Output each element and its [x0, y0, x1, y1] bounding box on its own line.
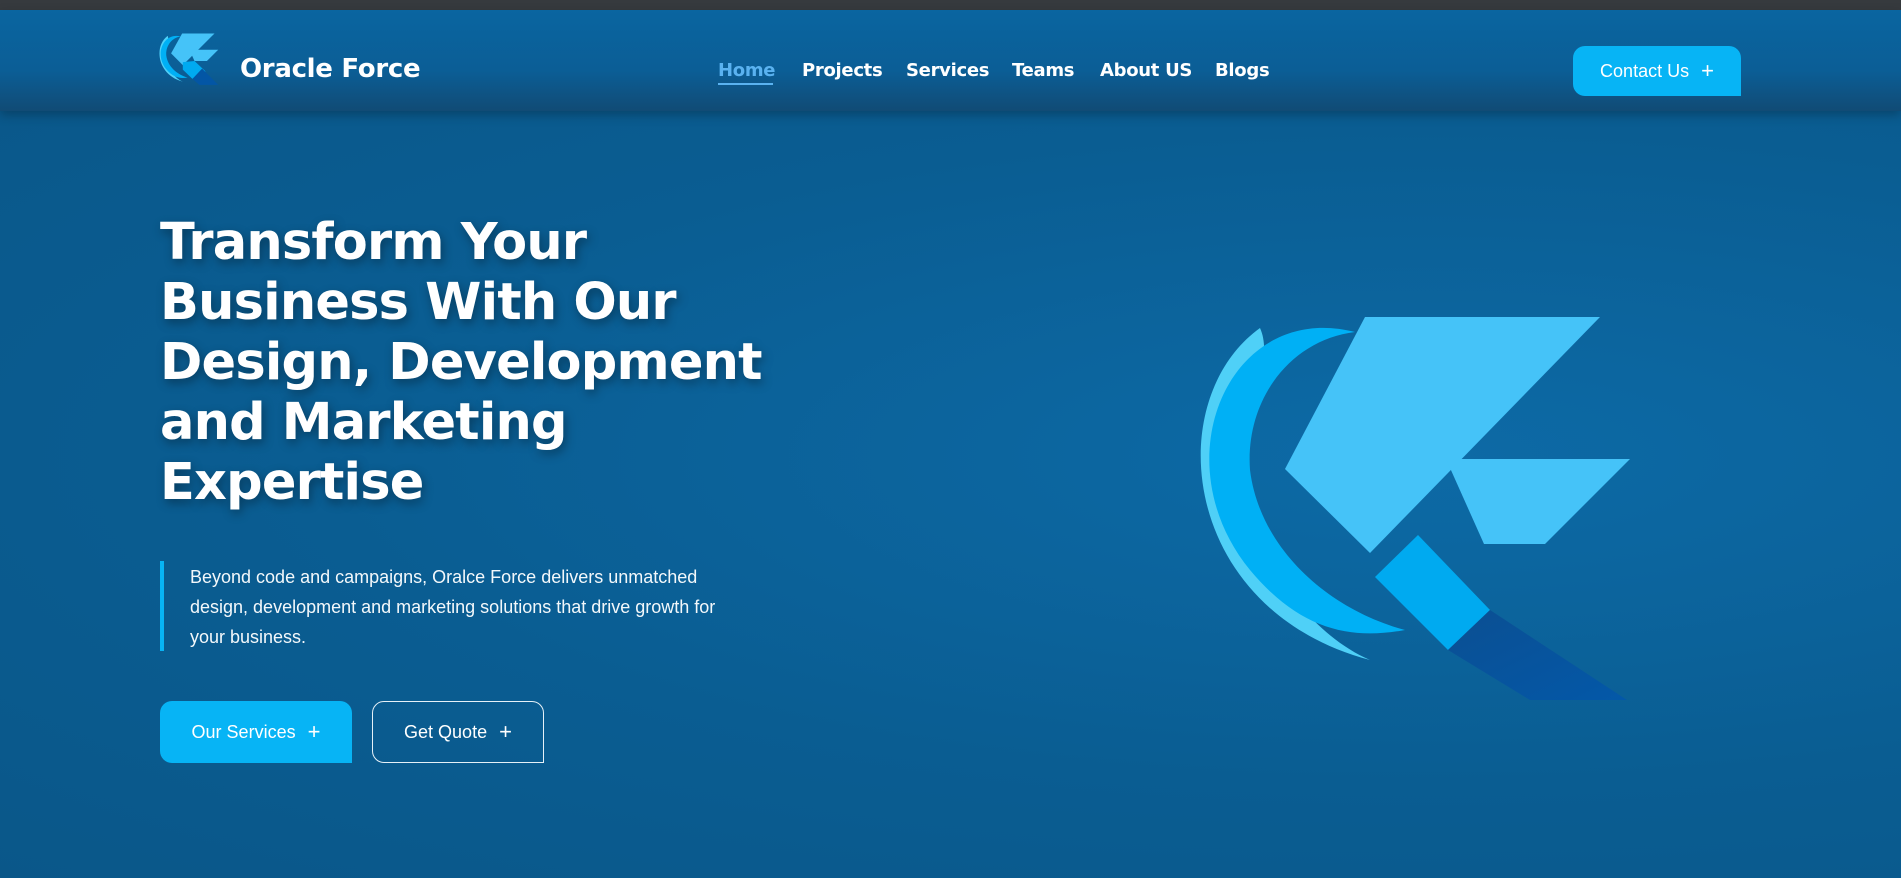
oracle-force-logo-icon — [159, 33, 219, 85]
top-strip — [0, 0, 1901, 10]
get-quote-button[interactable]: Get Quote + — [372, 701, 544, 763]
logo[interactable] — [158, 32, 220, 90]
nav-item-about-us[interactable]: About US — [1100, 60, 1192, 81]
hero-description: Beyond code and campaigns, Oralce Force … — [190, 567, 716, 647]
nav-item-blogs[interactable]: Blogs — [1215, 60, 1270, 81]
plus-icon: + — [1701, 58, 1714, 83]
brand-name[interactable]: Oracle Force — [240, 54, 421, 84]
contact-us-button[interactable]: Contact Us + — [1573, 46, 1741, 96]
description-accent-bar — [160, 561, 164, 651]
nav-item-teams[interactable]: Teams — [1012, 60, 1075, 81]
hero-logo-graphic — [1200, 317, 1630, 700]
our-services-label: Our Services — [191, 721, 296, 742]
nav-item-projects[interactable]: Projects — [802, 60, 883, 81]
plus-icon: + — [499, 719, 512, 744]
our-services-button[interactable]: Our Services + — [160, 701, 352, 763]
site-header: Oracle Force Home Projects Services Team… — [0, 10, 1901, 111]
nav-item-services[interactable]: Services — [906, 60, 989, 81]
nav-item-home[interactable]: Home — [718, 60, 776, 81]
contact-us-label: Contact Us — [1600, 60, 1690, 81]
hero-headline: Transform Your Business With Our Design,… — [160, 213, 763, 512]
plus-icon: + — [307, 719, 321, 744]
active-nav-underline — [718, 83, 773, 85]
get-quote-label: Get Quote — [404, 721, 488, 742]
